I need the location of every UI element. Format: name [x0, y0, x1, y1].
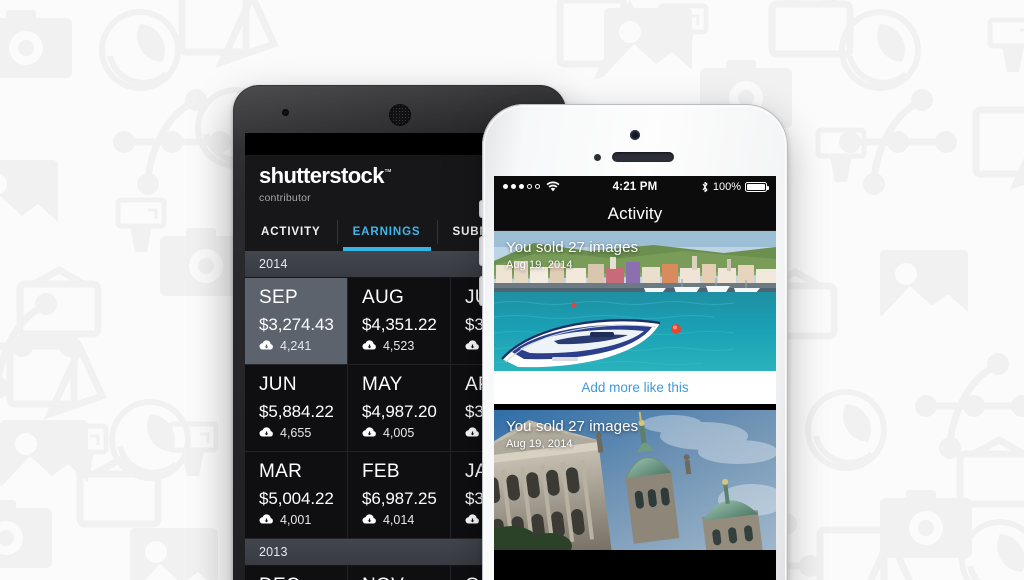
- month-amount: $3,274.43: [259, 314, 334, 334]
- shutterstock-logo-text: shutterstock: [259, 163, 384, 188]
- month-label: DEC: [259, 575, 347, 580]
- earnings-cell-aug[interactable]: AUG $4,351.22 4,523: [347, 278, 451, 365]
- cathedral-dome-photo[interactable]: You sold 27 images Aug 19, 2014: [494, 410, 776, 550]
- activity-card[interactable]: You sold 27 images Aug 19, 2014 Add more…: [494, 231, 776, 404]
- earnings-cell-sep[interactable]: SEP $3,274.43 4,241: [245, 278, 348, 365]
- silent-switch[interactable]: [479, 200, 483, 218]
- iphone-screen: 4:21 PM 100% Activity You sold 27 images…: [494, 176, 776, 580]
- cloud-download-icon: [259, 340, 273, 350]
- cloud-download-icon: [259, 427, 273, 437]
- card-date: Aug 19, 2014: [506, 259, 573, 271]
- activity-feed[interactable]: You sold 27 images Aug 19, 2014 Add more…: [494, 231, 776, 580]
- month-amount: $5,004.22: [259, 488, 334, 508]
- front-camera-icon: [630, 130, 640, 140]
- downloads-count: 4,005: [382, 425, 415, 440]
- activity-card[interactable]: You sold 27 images Aug 19, 2014: [494, 410, 776, 550]
- card-overlay: You sold 27 images Aug 19, 2014: [506, 239, 638, 271]
- ios-navbar: Activity: [494, 197, 776, 231]
- downloads-row: 4,014: [362, 513, 450, 527]
- tab-earnings-label: EARNINGS: [352, 226, 421, 238]
- month-label: SEP: [259, 287, 298, 308]
- cloud-download-icon: [362, 427, 376, 437]
- bluetooth-icon: [702, 181, 708, 192]
- tab-activity[interactable]: ACTIVITY: [245, 213, 337, 251]
- iphone: 4:21 PM 100% Activity You sold 27 images…: [479, 104, 788, 580]
- month-label: NOV: [362, 575, 450, 580]
- month-label: MAR: [259, 460, 303, 482]
- earnings-cell-dec[interactable]: DEC: [245, 565, 348, 580]
- month-amount: $5,884.22: [259, 401, 334, 421]
- add-more-like-this-button[interactable]: Add more like this: [494, 371, 776, 404]
- earpiece-speaker-icon: [388, 104, 411, 126]
- month-amount: $6,987.25: [361, 488, 437, 508]
- cloud-download-icon: [465, 340, 479, 350]
- tab-earnings[interactable]: EARNINGS: [336, 213, 437, 251]
- tab-activity-label: ACTIVITY: [261, 226, 321, 238]
- earnings-cell-nov[interactable]: NOV: [347, 565, 451, 580]
- front-camera-icon: [282, 109, 289, 116]
- battery-percent: 100%: [712, 180, 741, 193]
- earnings-cell-mar[interactable]: MAR $5,004.22 4,001: [245, 451, 348, 539]
- cloud-download-icon: [362, 514, 376, 524]
- downloads-row: 4,523: [362, 339, 450, 353]
- proximity-sensor-icon: [594, 154, 601, 161]
- cloud-download-icon: [465, 513, 479, 524]
- trademark-symbol: ™: [383, 167, 392, 177]
- shutterstock-logo: shutterstock™: [259, 163, 392, 188]
- ios-status-bar: 4:21 PM 100%: [494, 176, 776, 197]
- month-label: MAY: [361, 373, 403, 395]
- downloads-count: 4,241: [280, 338, 312, 353]
- month-amount: $4,987.20: [361, 401, 437, 421]
- cloud-download-icon: [465, 427, 479, 437]
- volume-down-button[interactable]: [479, 276, 483, 306]
- cloud-download-icon: [259, 514, 273, 524]
- card-overlay: You sold 27 images Aug 19, 2014: [506, 418, 638, 450]
- month-label: JUN: [259, 373, 297, 395]
- month-label: AUG: [361, 287, 405, 308]
- volume-up-button[interactable]: [479, 236, 483, 266]
- cloud-download-icon: [362, 340, 376, 350]
- downloads-count: 4,523: [382, 338, 415, 353]
- downloads-row: 4,005: [362, 426, 450, 440]
- downloads-count: 4,014: [382, 512, 415, 527]
- card-date: Aug 19, 2014: [506, 438, 573, 450]
- battery-full-icon: [745, 181, 769, 192]
- page-title: Activity: [607, 203, 663, 223]
- earpiece-speaker-icon: [612, 152, 674, 162]
- earnings-cell-feb[interactable]: FEB $6,987.25 4,014: [347, 451, 451, 539]
- month-label: FEB: [361, 460, 400, 482]
- downloads-row: 4,241: [259, 339, 347, 353]
- downloads-row: 4,655: [259, 426, 347, 440]
- earnings-cell-jun[interactable]: JUN $5,884.22 4,655: [245, 364, 348, 452]
- card-title: You sold 27 images: [506, 239, 639, 256]
- downloads-count: 4,655: [280, 425, 312, 440]
- earnings-cell-may[interactable]: MAY $4,987.20 4,005: [347, 364, 451, 452]
- downloads-row: 4,001: [259, 513, 347, 527]
- month-amount: $4,351.22: [361, 314, 437, 334]
- downloads-count: 4,001: [280, 512, 312, 527]
- card-title: You sold 27 images: [506, 418, 639, 435]
- harbor-boat-photo[interactable]: You sold 27 images Aug 19, 2014: [494, 231, 776, 371]
